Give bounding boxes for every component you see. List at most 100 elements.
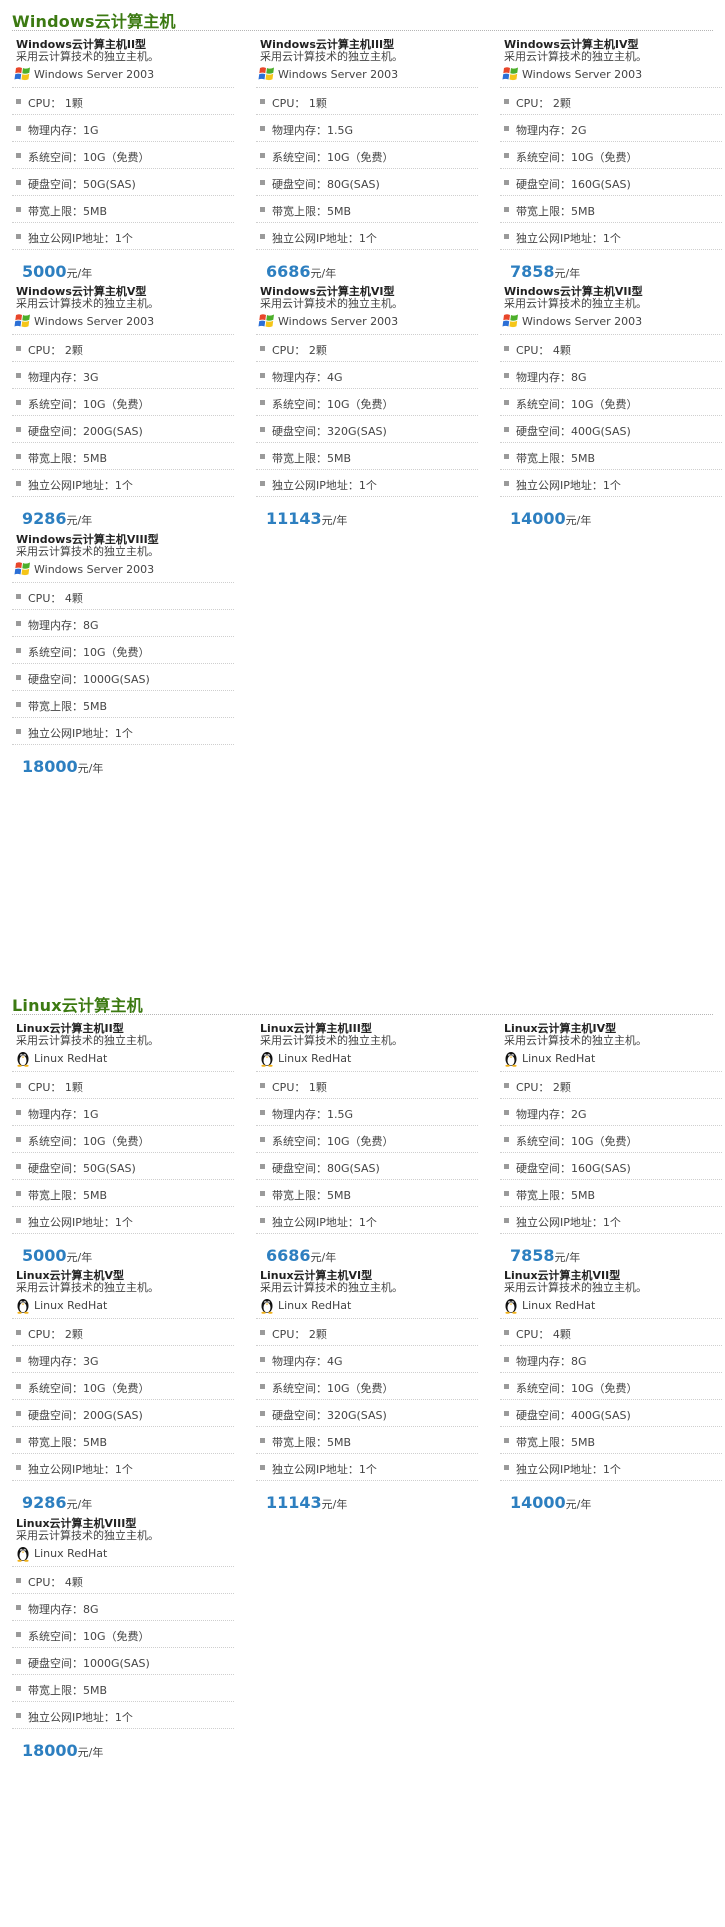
spec-text: 独立公网IP地址：1个 xyxy=(516,1463,621,1476)
spec-text: 物理内存：3G xyxy=(28,1355,99,1368)
spec-text: 独立公网IP地址：1个 xyxy=(28,1463,133,1476)
price-unit: 元/年 xyxy=(565,1498,592,1511)
spec-text: 带宽上限：5MB xyxy=(272,205,352,218)
bullet-icon xyxy=(260,153,265,158)
bullet-icon xyxy=(260,400,265,405)
price: 6686元/年 xyxy=(266,262,336,281)
spec-text: CPU： 2颗 xyxy=(272,344,327,357)
price-value: 18000 xyxy=(22,1741,78,1760)
spec-text: CPU： 2颗 xyxy=(516,97,571,110)
bullet-icon xyxy=(260,1164,265,1169)
bullet-icon xyxy=(260,1330,265,1335)
spec-text: 带宽上限：5MB xyxy=(516,1189,596,1202)
spec-system-space: 系统空间：10G（免费） xyxy=(12,388,234,415)
price-value: 11143 xyxy=(266,509,322,528)
bullet-icon xyxy=(260,1411,265,1416)
spec-list: CPU： 2颗 物理内存：2G 系统空间：10G（免费） 硬盘空间：160G(SAS)… xyxy=(500,1071,722,1234)
price-divider xyxy=(12,1233,234,1234)
bullet-icon xyxy=(16,99,21,104)
price-unit: 元/年 xyxy=(310,1251,337,1264)
spec-memory: 物理内存：1G xyxy=(12,114,234,141)
product-description: 采用云计算技术的独立主机。 xyxy=(260,1034,403,1047)
spec-text: 硬盘空间：400G(SAS) xyxy=(516,1409,631,1422)
bullet-icon xyxy=(16,1465,21,1470)
spec-bandwidth: 带宽上限：5MB xyxy=(500,442,722,469)
spec-list: CPU： 4颗 物理内存：8G 系统空间：10G（免费） 硬盘空间：1000G(SAS… xyxy=(12,1566,234,1729)
price: 14000元/年 xyxy=(510,1493,591,1512)
os-line: Linux RedHat xyxy=(500,1294,722,1316)
spec-disk-space: 硬盘空间：200G(SAS) xyxy=(12,1399,234,1426)
windows-flag-icon xyxy=(502,65,520,83)
spec-text: 硬盘空间：200G(SAS) xyxy=(28,425,143,438)
spec-text: 物理内存：3G xyxy=(28,371,99,384)
bullet-icon xyxy=(16,621,21,626)
spec-disk-space: 硬盘空间：400G(SAS) xyxy=(500,415,722,442)
spec-system-space: 系统空间：10G（免费） xyxy=(12,141,234,168)
spec-memory: 物理内存：3G xyxy=(12,1345,234,1372)
price-divider xyxy=(500,249,722,250)
spec-text: 带宽上限：5MB xyxy=(516,452,596,465)
spec-public-ip: 独立公网IP地址：1个 xyxy=(500,1206,722,1233)
os-label: Linux RedHat xyxy=(34,1547,108,1560)
windows-flag-icon xyxy=(258,312,276,330)
spec-text: 硬盘空间：320G(SAS) xyxy=(272,1409,387,1422)
price-divider xyxy=(256,1480,478,1481)
spec-text: 系统空间：10G（免费） xyxy=(28,1630,150,1643)
spec-text: CPU： 1颗 xyxy=(272,97,327,110)
os-line: Windows Server 2003 xyxy=(12,63,234,85)
spec-cpu: CPU： 1颗 xyxy=(256,1071,478,1098)
price: 11143元/年 xyxy=(266,1493,347,1512)
spec-cpu: CPU： 2颗 xyxy=(500,1071,722,1098)
spec-text: 独立公网IP地址：1个 xyxy=(28,727,133,740)
price: 11143元/年 xyxy=(266,509,347,528)
spec-cpu: CPU： 2颗 xyxy=(256,1318,478,1345)
spec-list: CPU： 2颗 物理内存：3G 系统空间：10G（免费） 硬盘空间：200G(SAS)… xyxy=(12,1318,234,1481)
spec-bandwidth: 带宽上限：5MB xyxy=(12,690,234,717)
spec-bandwidth: 带宽上限：5MB xyxy=(12,1674,234,1701)
spec-list: CPU： 1颗 物理内存：1.5G 系统空间：10G（免费） 硬盘空间：80G(SAS… xyxy=(256,1071,478,1234)
bullet-icon xyxy=(260,1438,265,1443)
price: 6686元/年 xyxy=(266,1246,336,1265)
spec-text: 物理内存：1.5G xyxy=(272,1108,354,1121)
spec-memory: 物理内存：4G xyxy=(256,1345,478,1372)
spec-list: CPU： 4颗 物理内存：8G 系统空间：10G（免费） 硬盘空间：400G(SAS)… xyxy=(500,334,722,497)
spec-disk-space: 硬盘空间：80G(SAS) xyxy=(256,168,478,195)
spec-system-space: 系统空间：10G（免费） xyxy=(256,388,478,415)
spec-text: 带宽上限：5MB xyxy=(28,205,108,218)
bullet-icon xyxy=(16,1713,21,1718)
bullet-icon xyxy=(504,1218,509,1223)
windows-flag-icon xyxy=(258,65,276,83)
spec-text: 带宽上限：5MB xyxy=(272,1189,352,1202)
price-value: 18000 xyxy=(22,757,78,776)
bullet-icon xyxy=(16,1083,21,1088)
spec-public-ip: 独立公网IP地址：1个 xyxy=(12,1701,234,1728)
spec-text: 硬盘空间：1000G(SAS) xyxy=(28,1657,150,1670)
section-title: Windows云计算主机 xyxy=(12,12,176,31)
spec-text: 系统空间：10G（免费） xyxy=(28,151,150,164)
bullet-icon xyxy=(16,180,21,185)
spec-memory: 物理内存：2G xyxy=(500,114,722,141)
price: 9286元/年 xyxy=(22,1493,92,1512)
bullet-icon xyxy=(16,1191,21,1196)
bullet-icon xyxy=(260,180,265,185)
price-divider xyxy=(12,249,234,250)
spec-text: 物理内存：2G xyxy=(516,124,587,137)
os-label: Windows Server 2003 xyxy=(522,315,643,328)
bullet-icon xyxy=(16,1438,21,1443)
bullet-icon xyxy=(16,594,21,599)
bullet-icon xyxy=(504,1083,509,1088)
spec-list: CPU： 2颗 物理内存：2G 系统空间：10G（免费） 硬盘空间：160G(SAS)… xyxy=(500,87,722,250)
price-value: 9286 xyxy=(22,509,67,528)
linux-penguin-icon xyxy=(14,1049,32,1067)
spec-text: 独立公网IP地址：1个 xyxy=(272,232,377,245)
spec-disk-space: 硬盘空间：320G(SAS) xyxy=(256,415,478,442)
spec-list: CPU： 1颗 物理内存：1.5G 系统空间：10G（免费） 硬盘空间：80G(SAS… xyxy=(256,87,478,250)
spec-text: 物理内存：8G xyxy=(516,1355,587,1368)
spec-text: 独立公网IP地址：1个 xyxy=(516,232,621,245)
spec-bandwidth: 带宽上限：5MB xyxy=(500,1426,722,1453)
price-unit: 元/年 xyxy=(565,514,592,527)
product-card: Linux云计算主机VIII型 采用云计算技术的独立主机。 Linux RedHat… xyxy=(12,1515,234,1765)
bullet-icon xyxy=(504,1384,509,1389)
price-unit: 元/年 xyxy=(66,1498,93,1511)
price-value: 7858 xyxy=(510,1246,555,1265)
